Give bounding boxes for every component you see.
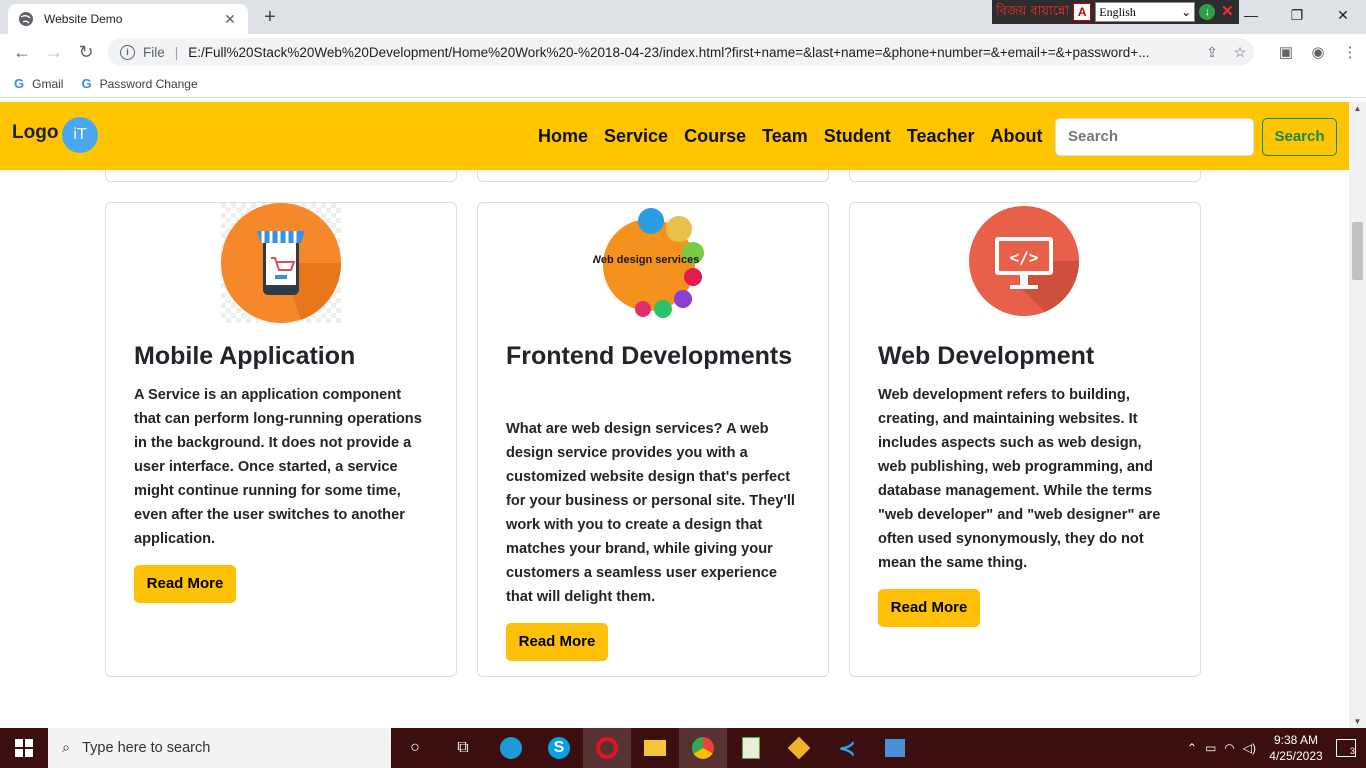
card-title: Mobile Application [134, 342, 356, 370]
bookmark-label: Password Change [99, 76, 198, 91]
site-navbar: Logo iT Home Service Course Team Student… [0, 102, 1349, 170]
restore-icon[interactable]: ❐ [1274, 0, 1320, 30]
scroll-up-icon[interactable]: ▲ [1349, 104, 1366, 113]
address-bar[interactable]: i File | E:/Full%20Stack%20Web%20Develop… [108, 38, 1254, 66]
bookmarks-bar: G Gmail G Password Change [0, 70, 1366, 98]
illustration-caption: Web design services [593, 254, 699, 266]
pdf-icon[interactable]: A [1073, 3, 1092, 21]
globe-icon [18, 11, 34, 27]
card-text: A Service is an application component th… [134, 387, 422, 547]
bookmark-label: Gmail [32, 76, 64, 91]
notification-icon[interactable]: 3 [1336, 739, 1356, 757]
read-more-button[interactable]: Read More [506, 623, 608, 661]
card-text: What are web design services? A web desi… [506, 421, 795, 605]
nav-item-course[interactable]: Course [684, 126, 746, 147]
page-viewport: Logo iT Home Service Course Team Student… [0, 102, 1349, 728]
file-label: File [143, 44, 165, 60]
read-more-button[interactable]: Read More [134, 565, 236, 603]
bijoy-extension[interactable]: বিজয় বায়ান্নো [996, 2, 1069, 23]
google-icon: G [14, 76, 25, 91]
search-button[interactable]: Search [1262, 118, 1337, 156]
address-bar-row: ← → ↻ i File | E:/Full%20Stack%20Web%20D… [0, 34, 1366, 70]
opera-icon[interactable] [583, 728, 631, 768]
chevron-up-icon[interactable]: ⌃ [1187, 741, 1197, 755]
file-explorer-icon[interactable] [631, 728, 679, 768]
page-scrollbar[interactable]: ▲ ▼ [1349, 102, 1366, 728]
service-card-web-dev: </> Web Development Web development refe… [849, 202, 1201, 677]
window-close-icon[interactable]: ✕ [1320, 0, 1366, 30]
download-icon[interactable]: ↓ [1199, 4, 1216, 20]
profile-icon[interactable]: ◉ [1302, 43, 1334, 61]
nav-menu: Home Service Course Team Student Teacher… [538, 126, 1042, 147]
control-panel-icon[interactable] [871, 728, 919, 768]
clock[interactable]: 9:38 AM 4/25/2023 [1264, 732, 1328, 764]
share-icon[interactable]: ⇪ [1198, 44, 1226, 61]
clock-time: 9:38 AM [1273, 733, 1319, 747]
nav-item-service[interactable]: Service [604, 126, 668, 147]
language-select[interactable]: English ⌄ [1095, 2, 1196, 22]
browser-tab[interactable]: Website Demo ✕ [8, 4, 248, 34]
new-tab-icon[interactable]: + [260, 6, 280, 29]
star-icon[interactable]: ☆ [1226, 44, 1254, 61]
side-panel-icon[interactable]: ▣ [1270, 43, 1302, 61]
browser-tab-strip: Website Demo ✕ + বিজয় বায়ান্নো A Engli… [0, 0, 1366, 34]
windows-taskbar: ⌕ Type here to search ○ ⧉ S ≺ ⌃ ▭ ◠ ◁) 9… [0, 728, 1366, 768]
system-tray: ⌃ ▭ ◠ ◁) 9:38 AM 4/25/2023 3 [1187, 728, 1366, 768]
bookmark-gmail[interactable]: G Gmail [14, 76, 63, 91]
nav-item-about[interactable]: About [990, 126, 1042, 147]
volume-icon[interactable]: ◁) [1243, 741, 1256, 755]
extension-bar: বিজয় বায়ান্নো A English ⌄ ↓ ✕ [992, 0, 1240, 24]
logo-badge-icon: iT [62, 117, 98, 153]
wifi-icon[interactable]: ◠ [1224, 741, 1234, 755]
info-icon[interactable]: i [120, 44, 135, 60]
windows-start-icon[interactable] [0, 728, 48, 768]
menu-kebab-icon[interactable]: ⋮ [1334, 43, 1366, 61]
code-monitor-icon: </> [965, 203, 1085, 323]
site-logo[interactable]: Logo [12, 122, 58, 144]
service-card-frontend: Web design services Frontend Development… [477, 202, 829, 677]
web-design-services-illustration: Web design services [591, 203, 713, 323]
task-view-icon[interactable]: ⧉ [439, 728, 487, 768]
notepad-icon[interactable] [727, 728, 775, 768]
nav-item-teacher[interactable]: Teacher [907, 126, 975, 147]
search-input[interactable]: Search [1055, 118, 1254, 156]
card-title: Frontend Developments [506, 342, 793, 370]
scroll-down-icon[interactable]: ▼ [1349, 717, 1366, 726]
svg-text:</>: </> [1010, 248, 1039, 267]
git-icon[interactable] [775, 728, 823, 768]
read-more-button[interactable]: Read More [878, 589, 980, 627]
card-text: Web development refers to building, crea… [878, 387, 1161, 571]
nav-item-team[interactable]: Team [762, 126, 808, 147]
url-text[interactable]: E:/Full%20Stack%20Web%20Development/Home… [188, 45, 1198, 60]
minimize-icon[interactable]: — [1228, 0, 1274, 30]
taskbar-search[interactable]: ⌕ Type here to search [48, 728, 391, 768]
cortana-icon[interactable]: ○ [391, 728, 439, 768]
url-separator: | [174, 44, 179, 60]
search-icon: ⌕ [62, 740, 71, 756]
vscode-icon[interactable]: ≺ [823, 728, 871, 768]
taskbar-search-placeholder: Type here to search [82, 740, 211, 756]
nav-item-home[interactable]: Home [538, 126, 588, 147]
reload-icon[interactable]: ↻ [70, 36, 102, 68]
browser-actions: ▣ ◉ ⋮ [1270, 34, 1366, 70]
card-title: Web Development [878, 342, 1095, 370]
back-icon[interactable]: ← [6, 36, 38, 68]
google-icon: G [81, 76, 92, 91]
edge-icon[interactable] [487, 728, 535, 768]
forward-icon[interactable]: → [38, 36, 70, 68]
skype-icon[interactable]: S [535, 728, 583, 768]
nav-item-student[interactable]: Student [824, 126, 891, 147]
chevron-down-icon: ⌄ [1181, 4, 1192, 19]
tab-close-icon[interactable]: ✕ [222, 11, 238, 28]
mobile-shop-icon [221, 203, 342, 323]
battery-icon[interactable]: ▭ [1205, 741, 1216, 755]
service-card-mobile: Mobile Application A Service is an appli… [105, 202, 457, 677]
scroll-thumb[interactable] [1352, 222, 1363, 280]
clock-date: 4/25/2023 [1269, 749, 1323, 763]
chrome-icon[interactable] [679, 728, 727, 768]
bookmark-password-change[interactable]: G Password Change [81, 76, 197, 91]
tab-title: Website Demo [44, 12, 123, 26]
